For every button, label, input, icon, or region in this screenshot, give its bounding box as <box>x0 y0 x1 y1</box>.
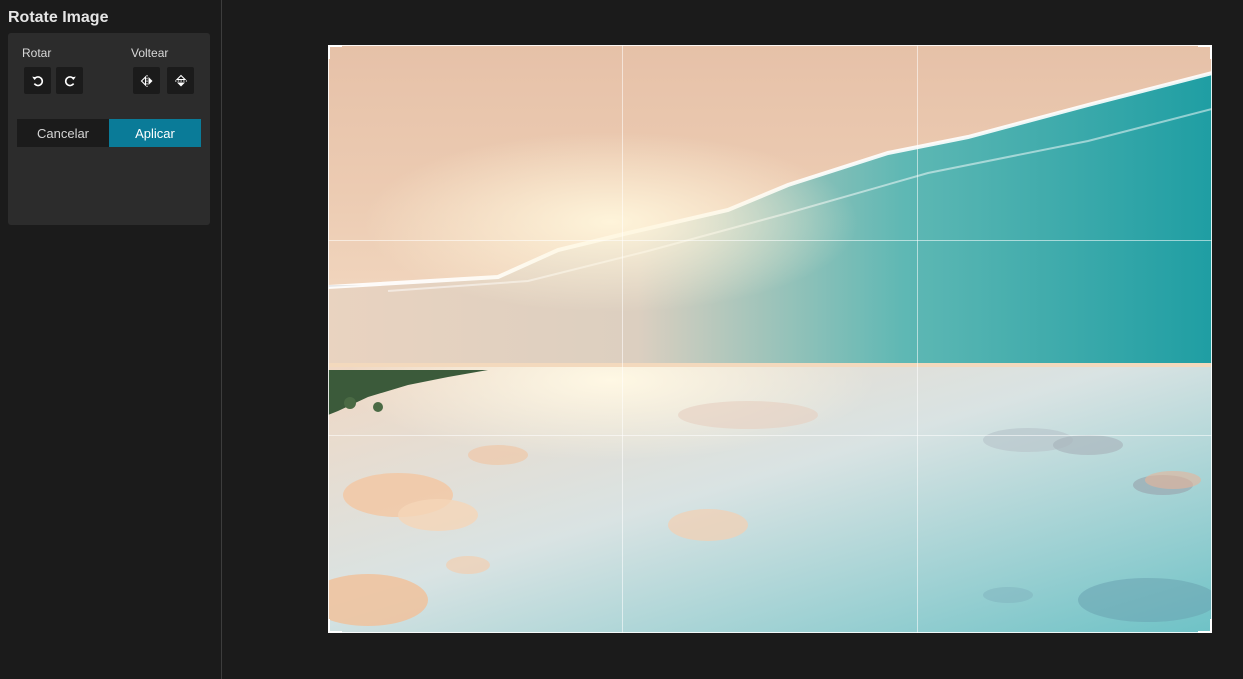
flip-label: Voltear <box>131 46 169 60</box>
flip-horizontal-icon <box>140 74 152 87</box>
flip-horizontal-button[interactable] <box>133 67 160 94</box>
crop-grid-line <box>622 45 623 633</box>
beach-photo-upside-down <box>328 45 1212 633</box>
crop-handle-bottom-left[interactable] <box>328 619 342 633</box>
rotate-options-panel: Rotar Voltear Cancelar Aplicar <box>8 33 210 225</box>
rotate-clockwise-icon <box>64 75 76 86</box>
crop-handle-bottom-right[interactable] <box>1198 619 1212 633</box>
flip-vertical-icon <box>174 74 187 86</box>
rotate-label: Rotar <box>22 46 52 60</box>
rotate-counterclockwise-icon <box>31 75 43 86</box>
apply-button[interactable]: Aplicar <box>109 119 201 147</box>
image-canvas-area <box>222 0 1243 679</box>
crop-grid-line <box>328 435 1212 436</box>
rotate-left-button[interactable] <box>24 67 51 94</box>
crop-grid-line <box>328 240 1212 241</box>
flip-vertical-button[interactable] <box>167 67 194 94</box>
tool-sidebar: Rotate Image Rotar Voltear Cancelar Apli… <box>0 0 222 679</box>
panel-title: Rotate Image <box>8 9 109 26</box>
crop-handle-top-right[interactable] <box>1198 45 1212 59</box>
rotate-right-button[interactable] <box>56 67 83 94</box>
crop-grid-line <box>917 45 918 633</box>
rotate-image-app: Rotate Image Rotar Voltear Cancelar Apli… <box>0 0 1243 679</box>
crop-handle-top-left[interactable] <box>328 45 342 59</box>
cancel-button[interactable]: Cancelar <box>17 119 109 147</box>
crop-area[interactable] <box>328 45 1212 633</box>
